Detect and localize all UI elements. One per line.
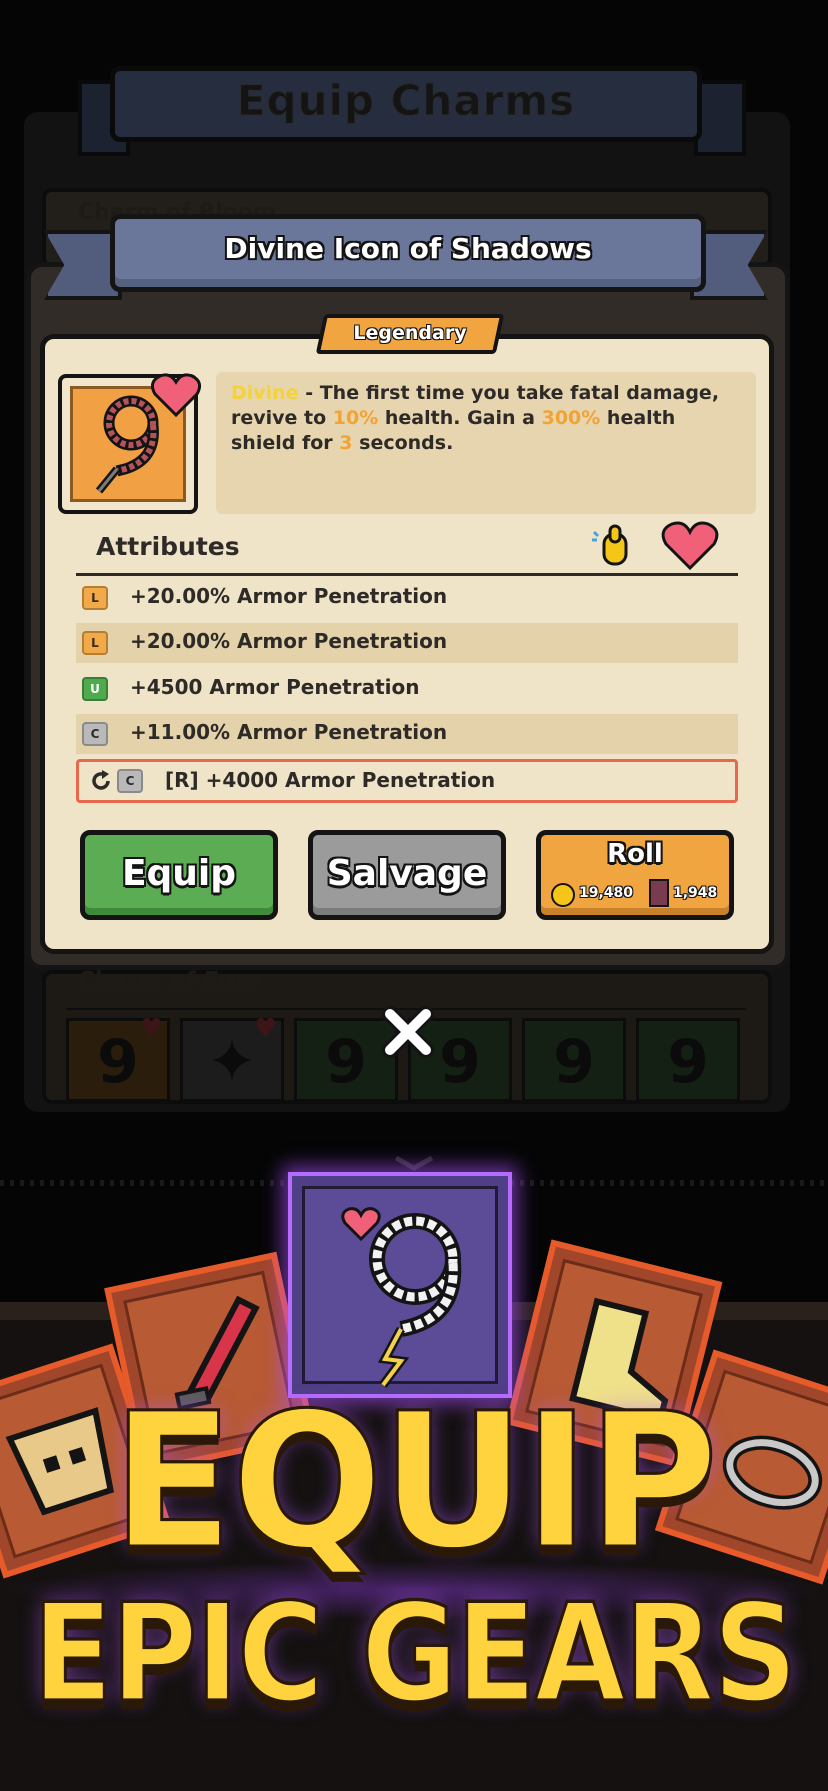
roll-gold-cost: 19,480: [579, 885, 634, 901]
attribute-text: [R] +4000 Armor Penetration: [165, 768, 496, 792]
background-header-faded: [0, 2, 828, 32]
heart-icon[interactable]: [660, 520, 720, 572]
heart-icon: ♥: [140, 1014, 164, 1044]
item-title: Divine Icon of Shadows: [224, 232, 592, 265]
promo-headline-line2: EPIC GEARS: [31, 1572, 799, 1734]
attribute-text: +20.00% Armor Penetration: [130, 584, 448, 608]
rarity-tag: L: [82, 586, 108, 610]
rarity-tag: U: [82, 677, 108, 701]
heart-icon: ♥: [254, 1014, 278, 1044]
salvage-button[interactable]: Salvage: [308, 830, 506, 920]
shield-percent: 300%: [541, 407, 601, 429]
background-banner-title: Equip Charms: [236, 76, 576, 126]
attribute-text: +11.00% Armor Penetration: [130, 720, 448, 744]
description-text: seconds.: [352, 432, 454, 454]
attributes-title: Attributes: [96, 532, 240, 561]
attribute-row: C +11.00% Armor Penetration: [76, 714, 738, 754]
roll-button-label: Roll: [607, 839, 663, 869]
background-slot: 9: [522, 1018, 626, 1102]
rarity-label: Legendary: [353, 322, 467, 344]
rarity-tag: L: [82, 631, 108, 655]
promo-featured-charm-card: [288, 1172, 512, 1398]
attribute-row: U +4500 Armor Penetration: [76, 669, 738, 709]
attribute-text: +20.00% Armor Penetration: [130, 629, 448, 653]
heart-icon: [150, 373, 202, 418]
salvage-button-label: Salvage: [326, 853, 488, 894]
item-description: Divine - The first time you take fatal d…: [231, 381, 741, 456]
gold-coin-icon: [551, 883, 575, 907]
roll-book-cost: 1,948: [673, 885, 718, 901]
equip-button[interactable]: Equip: [80, 830, 278, 920]
attribute-text: +4500 Armor Penetration: [130, 675, 420, 699]
background-fury-title: Charm of Fury: [78, 968, 262, 994]
shield-seconds: 3: [339, 432, 353, 454]
chevron-down-icon: [394, 1155, 434, 1171]
rarity-tag: C: [82, 722, 108, 746]
praying-hand-icon[interactable]: [588, 522, 636, 568]
rarity-tag: C: [117, 769, 143, 793]
equip-button-label: Equip: [121, 853, 237, 894]
attributes-divider: [76, 573, 738, 576]
attribute-row: L +20.00% Armor Penetration: [76, 623, 738, 663]
promo-headline-line1: EQUIP: [110, 1371, 719, 1591]
description-text: health. Gain a: [378, 407, 542, 429]
attribute-row-selected[interactable]: C [R] +4000 Armor Penetration: [76, 759, 738, 803]
description-keyword: Divine: [231, 382, 299, 404]
revive-percent: 10%: [332, 407, 379, 429]
roll-button[interactable]: Roll 19,480 1,948: [536, 830, 734, 920]
reroll-icon[interactable]: [89, 769, 113, 793]
book-icon: [649, 879, 669, 907]
rosary-charm-icon: [341, 1207, 462, 1388]
background-slot: 9: [636, 1018, 740, 1102]
close-icon[interactable]: [380, 1004, 436, 1060]
attribute-row: L +20.00% Armor Penetration: [76, 578, 738, 618]
